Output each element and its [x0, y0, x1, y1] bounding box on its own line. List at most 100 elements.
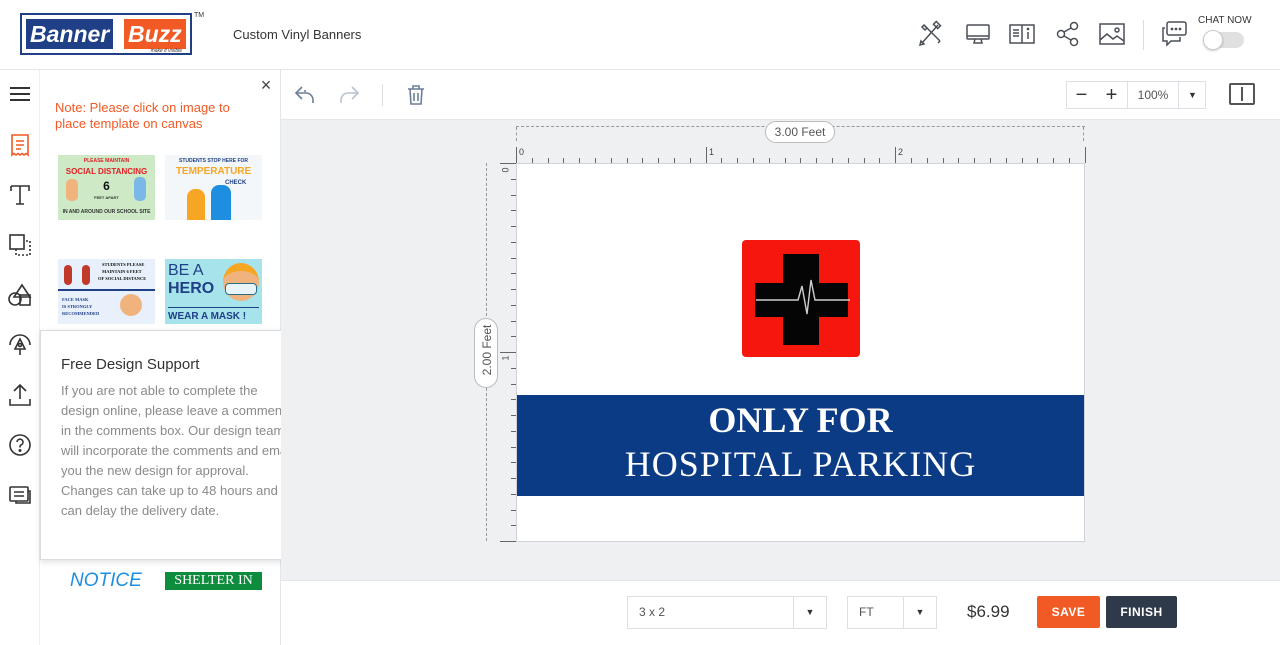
shapes-icon[interactable] [6, 281, 34, 309]
save-button[interactable]: SAVE [1037, 596, 1100, 628]
medical-cross-image[interactable] [742, 240, 860, 357]
template-text: CHECK [225, 180, 247, 186]
templates-icon[interactable] [6, 131, 34, 159]
template-text: OF SOCIAL DISTANCE [98, 276, 147, 281]
template-thumbnail-shelter[interactable]: SHELTER IN [165, 572, 262, 590]
footer-bar: 3 x 2 ▼ FT ▼ $6.99 SAVE FINISH [281, 580, 1280, 645]
help-icon[interactable] [6, 431, 34, 459]
template-thumbnail[interactable]: STUDENTS STOP HERE FOR TEMPERATURE CHECK [165, 155, 262, 220]
template-thumbnail[interactable]: PLEASE MAINTAIN SOCIAL DISTANCING 6 FEET… [58, 155, 155, 220]
logo-text-buzz: Buzz [124, 19, 186, 49]
ruler-tick [705, 147, 707, 163]
chat-now-label: CHAT NOW [1198, 15, 1252, 26]
student-figure-icon [82, 265, 90, 285]
chevron-down-icon[interactable]: ▼ [793, 597, 826, 628]
preview-desktop-icon[interactable] [964, 20, 992, 48]
upload-icon[interactable] [6, 381, 34, 409]
design-canvas[interactable]: ONLY FOR HOSPITAL PARKING [516, 163, 1085, 542]
app-header: Banner Buzz make it visible TM Custom Vi… [0, 0, 1280, 70]
hero-face-icon [223, 263, 259, 301]
template-note: Note: Please click on image to place tem… [55, 100, 230, 131]
logo-tagline: make it visible [150, 48, 182, 54]
chat-now-toggle[interactable] [1203, 30, 1244, 50]
comments-icon[interactable] [6, 481, 34, 509]
ruler-tick [1084, 147, 1086, 163]
template-text: PLEASE MAINTAIN [83, 158, 130, 164]
layers-icon[interactable] [6, 231, 34, 259]
share-icon[interactable] [1054, 20, 1082, 48]
child-figure-icon [66, 179, 78, 201]
template-text: BE A [168, 262, 204, 279]
header-divider [1143, 20, 1144, 50]
unit-select[interactable]: FT ▼ [847, 596, 937, 629]
banner-subheadline[interactable]: HOSPITAL PARKING [517, 443, 1084, 485]
text-icon[interactable] [6, 181, 34, 209]
medical-cross-icon [755, 254, 850, 345]
toolbar-separator [382, 84, 383, 106]
bannerbuzz-logo[interactable]: Banner Buzz make it visible [20, 13, 192, 55]
template-thumbnail[interactable]: STUDENTS PLEASE MAINTAIN 6 FEET OF SOCIA… [58, 259, 155, 324]
template-text: STUDENTS PLEASE [102, 262, 145, 267]
person-figure-icon [187, 189, 205, 220]
zoom-in-button[interactable]: + [1097, 82, 1126, 108]
template-text: WEAR A MASK ! [168, 311, 247, 322]
tool-rail [0, 70, 40, 645]
clipart-icon[interactable] [6, 331, 34, 359]
chat-icon[interactable] [1160, 20, 1188, 48]
height-dimension-text: 2.00 Feet [480, 324, 494, 376]
logo-text-banner: Banner [26, 19, 114, 49]
student-figure-icon [64, 265, 72, 285]
panel-close-button[interactable]: × [259, 76, 273, 94]
height-dimension-label: 2.00 Feet [474, 318, 498, 388]
masked-face-icon [120, 294, 142, 316]
unit-select-value: FT [859, 605, 874, 619]
ruler-number: 1 [500, 355, 511, 361]
product-name: Custom Vinyl Banners [233, 27, 362, 42]
horizontal-ruler: 0 1 2 [516, 147, 1086, 163]
design-tools-icon[interactable] [917, 20, 945, 48]
ruler-number: 0 [500, 167, 511, 173]
template-text: HERO [168, 280, 215, 297]
ruler-number: 1 [709, 147, 715, 157]
toggle-side-panel-icon[interactable] [1229, 83, 1255, 105]
finish-button[interactable]: FINISH [1106, 596, 1177, 628]
ruler-number: 0 [519, 147, 525, 157]
ruler-number: 2 [898, 147, 904, 157]
popup-body: If you are not able to complete the desi… [61, 383, 293, 518]
price-label: $6.99 [967, 602, 1010, 621]
zoom-out-button[interactable]: − [1067, 82, 1096, 108]
free-design-support-popup: × Free Design Support If you are not abl… [40, 330, 310, 560]
vertical-ruler: 0 1 [500, 163, 516, 542]
template-divider [168, 307, 259, 308]
ruler-tick [500, 352, 516, 353]
template-thumbnail[interactable]: BE A HERO WEAR A MASK ! [165, 259, 262, 324]
template-text: MAINTAIN 6 FEET [102, 269, 142, 274]
ruler-tick [500, 163, 516, 164]
template-text: IN AND AROUND OUR SCHOOL SITE [62, 209, 151, 215]
person-figure-icon [211, 185, 231, 220]
zoom-dropdown-button[interactable]: ▼ [1179, 82, 1206, 108]
toggle-knob [1203, 30, 1223, 50]
undo-icon[interactable] [292, 82, 318, 108]
redo-icon[interactable] [336, 82, 362, 108]
image-icon[interactable] [1098, 20, 1126, 48]
canvas-toolbar: − + 100% ▼ [281, 70, 1280, 120]
size-select[interactable]: 3 x 2 ▼ [627, 596, 827, 629]
ruler-tick [500, 541, 516, 542]
child-figure-icon [134, 177, 146, 201]
zoom-control: − + 100% ▼ [1066, 81, 1206, 109]
template-thumbnail-notice[interactable]: NOTICE [70, 570, 170, 592]
banner-headline[interactable]: ONLY FOR [517, 399, 1084, 441]
template-text: TEMPERATURE [175, 166, 252, 177]
template-divider [58, 289, 155, 291]
template-text: SOCIAL DISTANCING [65, 167, 148, 176]
delete-icon[interactable] [403, 82, 429, 108]
template-text: STUDENTS STOP HERE FOR [179, 158, 248, 164]
chevron-down-icon[interactable]: ▼ [903, 597, 936, 628]
popup-title: Free Design Support [61, 356, 200, 373]
template-text: FACE MASK [62, 297, 89, 302]
product-info-icon[interactable] [1008, 20, 1036, 48]
menu-icon[interactable] [6, 80, 34, 108]
zoom-value[interactable]: 100% [1127, 82, 1179, 108]
trademark-mark: TM [194, 12, 205, 19]
